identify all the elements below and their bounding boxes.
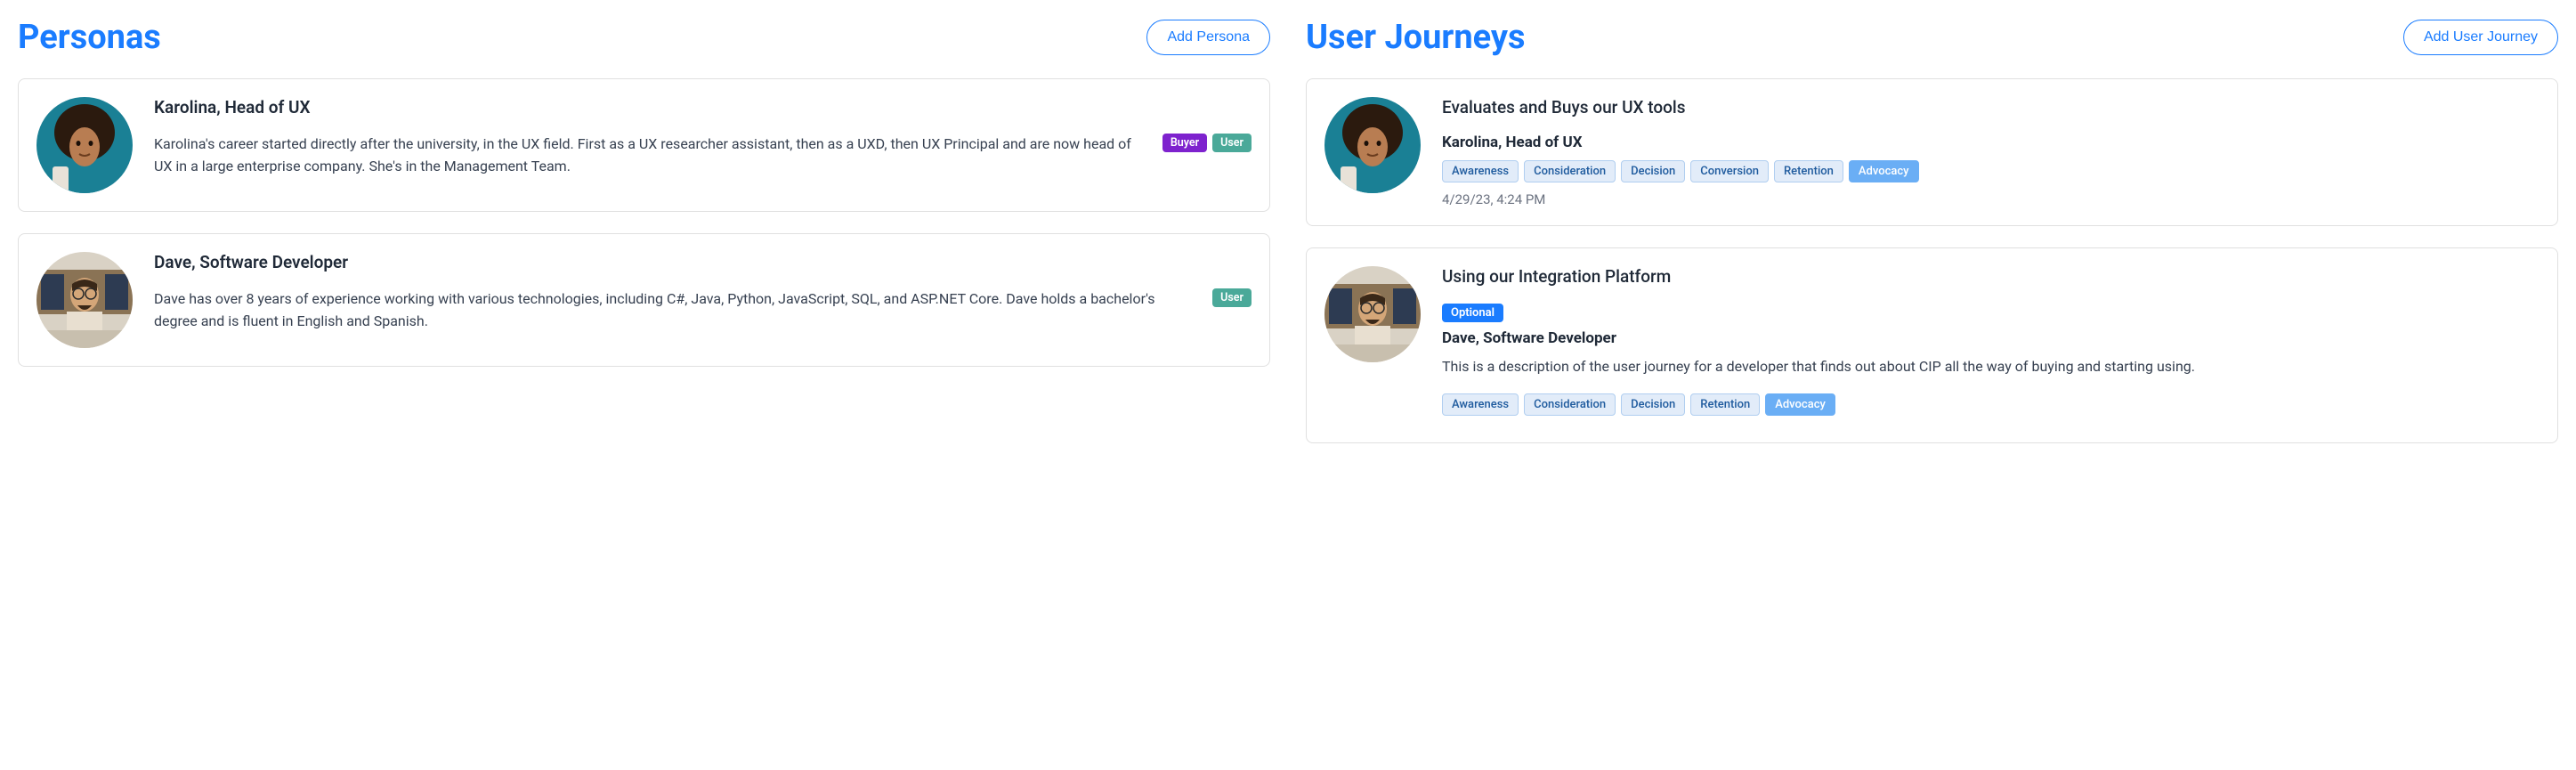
persona-card[interactable]: Karolina, Head of UX Karolina's career s… (18, 78, 1270, 212)
buyer-tag: Buyer (1162, 134, 1207, 152)
journeys-column: User Journeys Add User Journey Evaluates… (1306, 18, 2558, 465)
personas-title: Personas (18, 18, 161, 57)
add-persona-button[interactable]: Add Persona (1146, 20, 1270, 55)
journey-persona: Karolina, Head of UX (1442, 134, 2540, 151)
stage-advocacy[interactable]: Advocacy (1849, 160, 1919, 182)
stage-consideration[interactable]: Consideration (1524, 160, 1616, 182)
stage-conversion[interactable]: Conversion (1690, 160, 1769, 182)
stage-advocacy[interactable]: Advocacy (1765, 393, 1835, 416)
personas-header: Personas Add Persona (18, 18, 1270, 57)
optional-badge: Optional (1442, 304, 1503, 322)
stage-consideration[interactable]: Consideration (1524, 393, 1616, 416)
journey-stages: Awareness Consideration Decision Retenti… (1442, 393, 2540, 416)
persona-description: Dave has over 8 years of experience work… (154, 288, 1198, 333)
journey-card[interactable]: Evaluates and Buys our UX tools Karolina… (1306, 78, 2558, 226)
journey-stages: Awareness Consideration Decision Convers… (1442, 160, 2540, 182)
persona-name: Karolina, Head of UX (154, 97, 1252, 118)
persona-name: Dave, Software Developer (154, 252, 1252, 272)
journey-description: This is a description of the user journe… (1442, 356, 2540, 377)
add-journey-button[interactable]: Add User Journey (2403, 20, 2558, 55)
journey-title: Using our Integration Platform (1442, 266, 2540, 287)
journey-title: Evaluates and Buys our UX tools (1442, 97, 2540, 118)
personas-column: Personas Add Persona Karolina, Head of U… (18, 18, 1270, 465)
persona-card[interactable]: Dave, Software Developer Dave has over 8… (18, 233, 1270, 367)
journeys-title: User Journeys (1306, 18, 1526, 57)
journey-card[interactable]: Using our Integration Platform Optional … (1306, 247, 2558, 443)
stage-awareness[interactable]: Awareness (1442, 393, 1519, 416)
stage-retention[interactable]: Retention (1774, 160, 1843, 182)
stage-retention[interactable]: Retention (1690, 393, 1760, 416)
user-tag: User (1212, 288, 1252, 307)
avatar (36, 97, 133, 193)
avatar (1324, 97, 1421, 193)
journeys-header: User Journeys Add User Journey (1306, 18, 2558, 57)
stage-decision[interactable]: Decision (1621, 160, 1685, 182)
user-tag: User (1212, 134, 1252, 152)
stage-awareness[interactable]: Awareness (1442, 160, 1519, 182)
journey-timestamp: 4/29/23, 4:24 PM (1442, 191, 2540, 207)
avatar (1324, 266, 1421, 362)
journey-persona: Dave, Software Developer (1442, 329, 2540, 347)
stage-decision[interactable]: Decision (1621, 393, 1685, 416)
persona-description: Karolina's career started directly after… (154, 134, 1148, 178)
avatar (36, 252, 133, 348)
